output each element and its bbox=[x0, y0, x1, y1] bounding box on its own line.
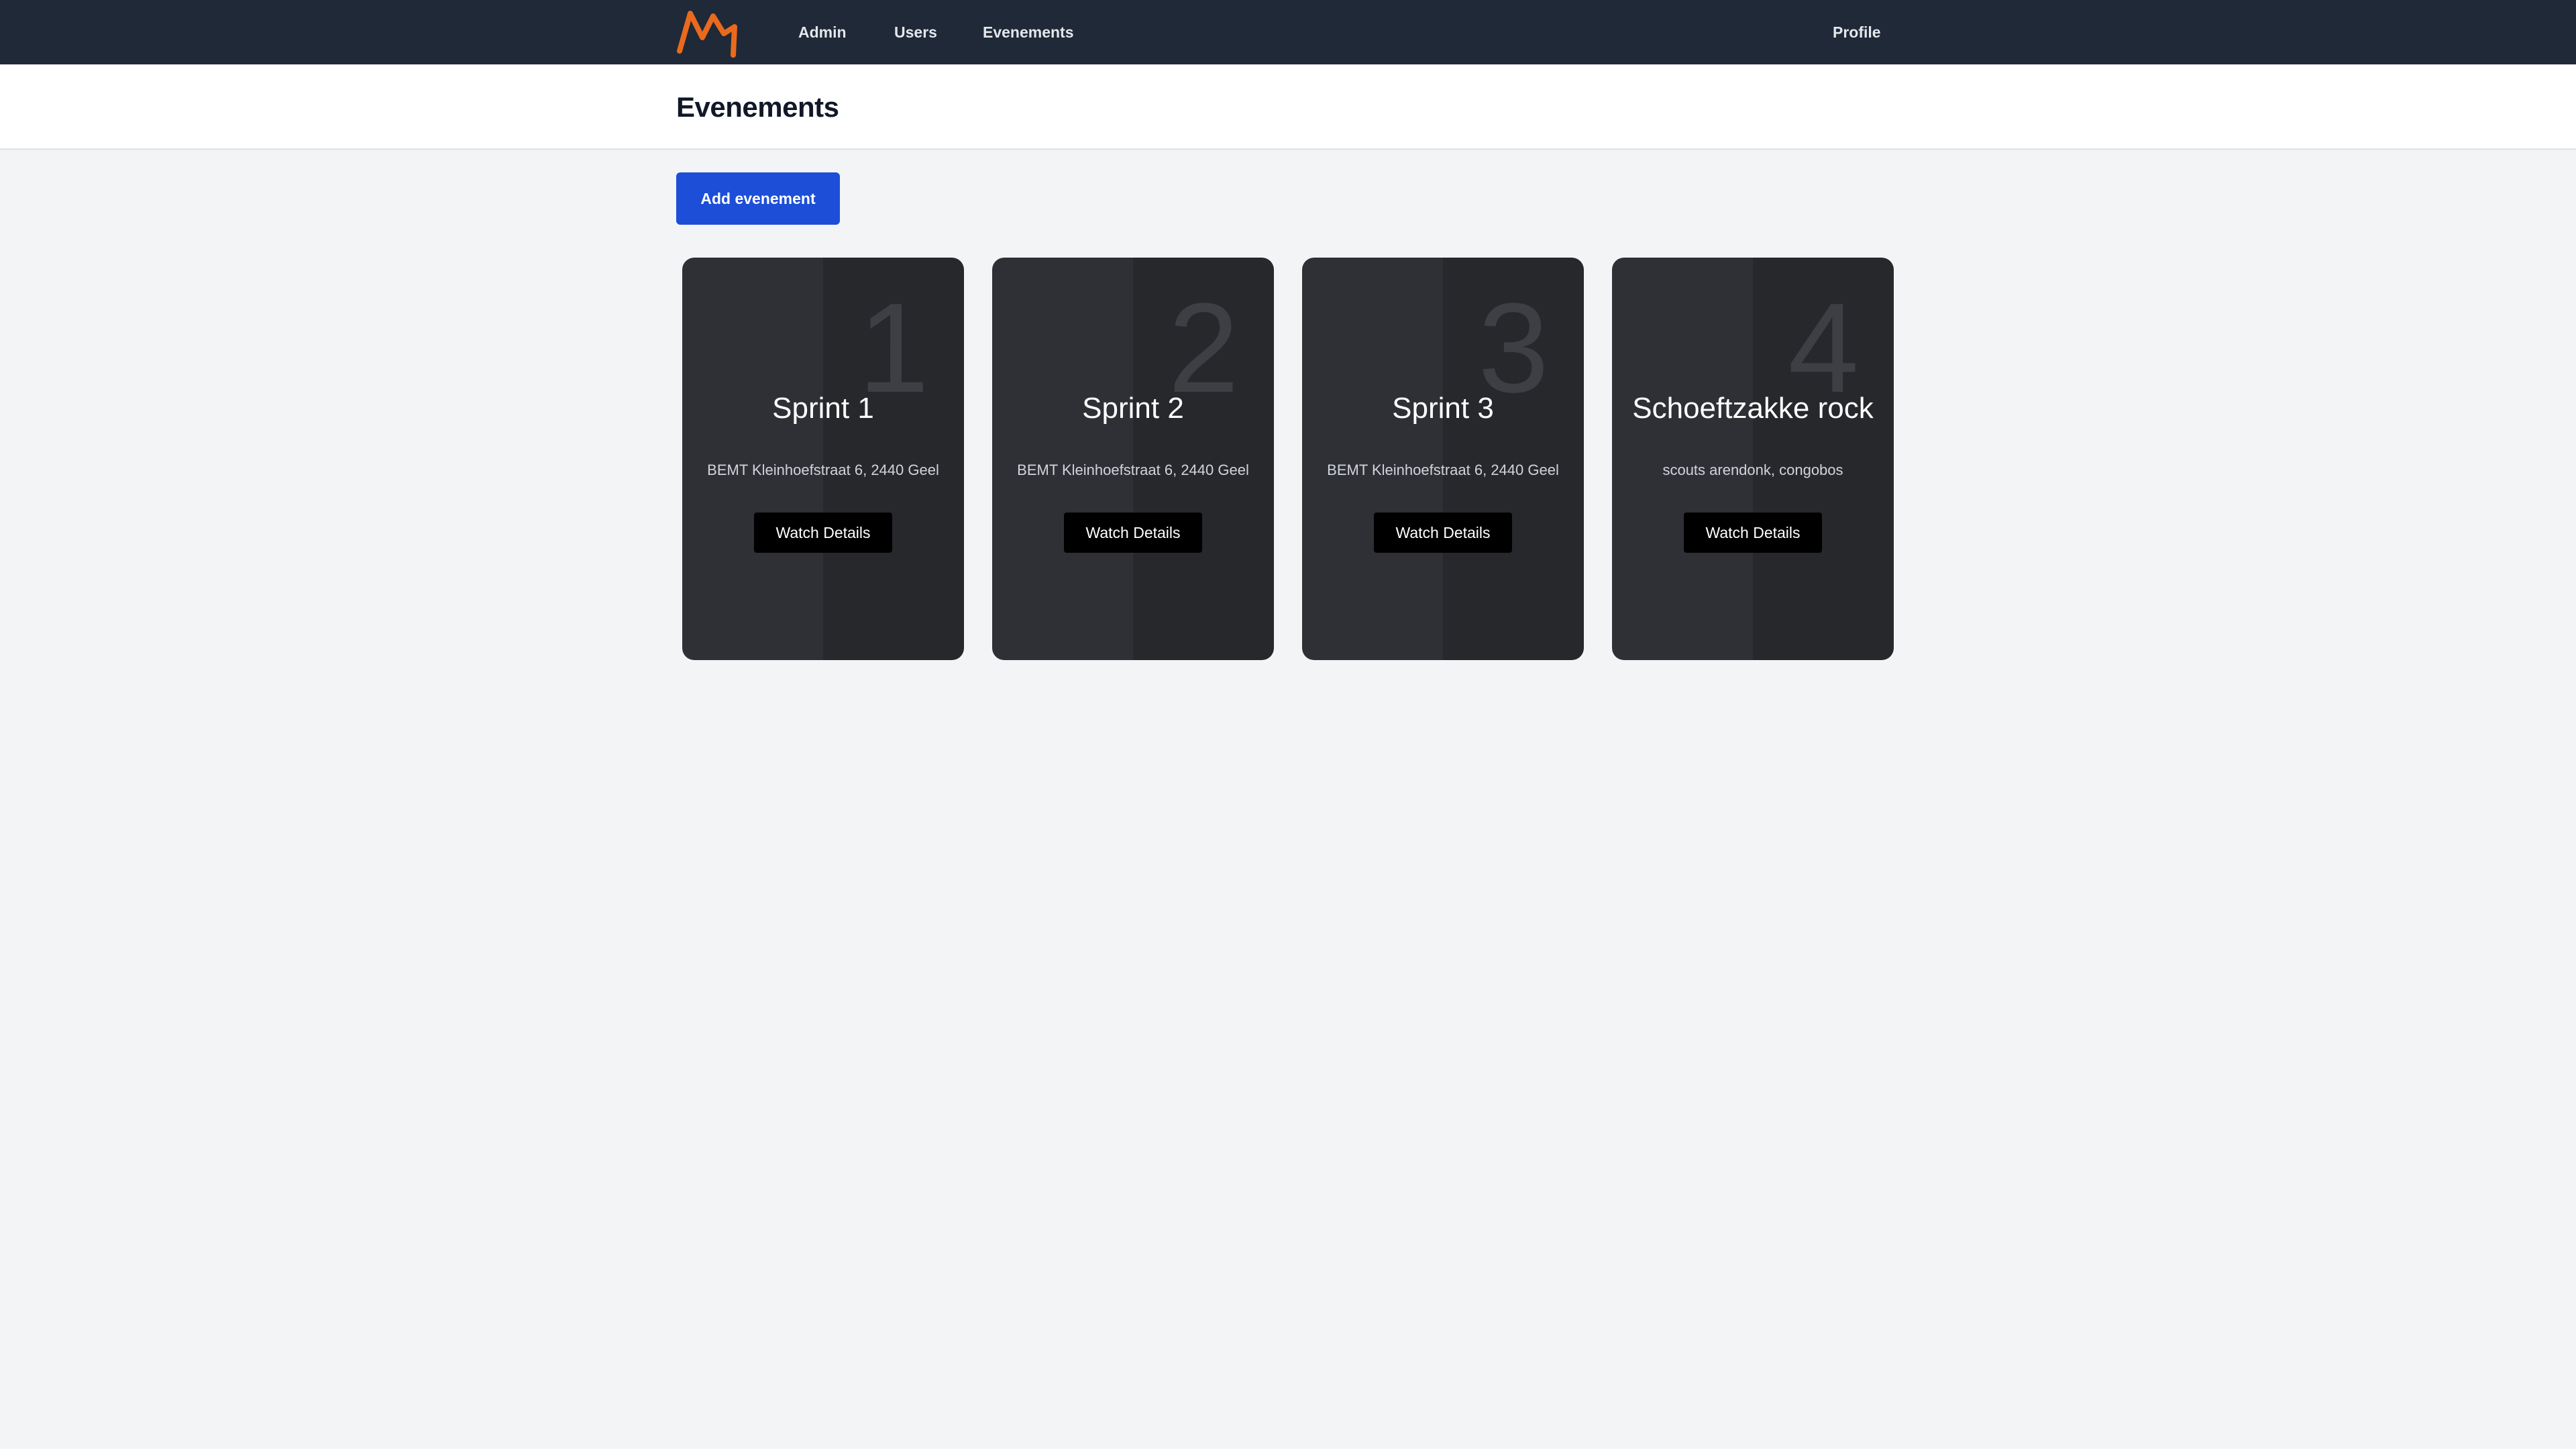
card-title: Schoeftzakke rock bbox=[1632, 392, 1874, 425]
event-card: 1 Sprint 1 BEMT Kleinhoefstraat 6, 2440 … bbox=[682, 258, 964, 660]
top-navbar: Admin Users Evenements Profile bbox=[0, 0, 2576, 64]
add-evenement-button[interactable]: Add evenement bbox=[676, 172, 840, 225]
card-location: BEMT Kleinhoefstraat 6, 2440 Geel bbox=[1017, 462, 1249, 478]
nav-link-profile[interactable]: Profile bbox=[1833, 0, 1881, 64]
nav-link-evenements[interactable]: Evenements bbox=[983, 0, 1074, 64]
watch-details-button[interactable]: Watch Details bbox=[1684, 513, 1822, 553]
card-location: BEMT Kleinhoefstraat 6, 2440 Geel bbox=[1327, 462, 1559, 478]
card-title: Sprint 2 bbox=[1082, 392, 1184, 425]
page-header: Evenements bbox=[0, 64, 2576, 150]
watch-details-button[interactable]: Watch Details bbox=[754, 513, 892, 553]
watch-details-button[interactable]: Watch Details bbox=[1374, 513, 1512, 553]
page-title: Evenements bbox=[676, 91, 839, 123]
logo-icon[interactable] bbox=[676, 7, 737, 58]
card-location: scouts arendonk, congobos bbox=[1662, 462, 1843, 478]
card-location: BEMT Kleinhoefstraat 6, 2440 Geel bbox=[707, 462, 939, 478]
event-card: 4 Schoeftzakke rock scouts arendonk, con… bbox=[1612, 258, 1894, 660]
nav-link-admin[interactable]: Admin bbox=[798, 0, 847, 64]
card-title: Sprint 3 bbox=[1392, 392, 1494, 425]
nav-link-users[interactable]: Users bbox=[894, 0, 937, 64]
event-card: 3 Sprint 3 BEMT Kleinhoefstraat 6, 2440 … bbox=[1302, 258, 1584, 660]
event-card: 2 Sprint 2 BEMT Kleinhoefstraat 6, 2440 … bbox=[992, 258, 1274, 660]
card-title: Sprint 1 bbox=[772, 392, 874, 425]
watch-details-button[interactable]: Watch Details bbox=[1064, 513, 1202, 553]
